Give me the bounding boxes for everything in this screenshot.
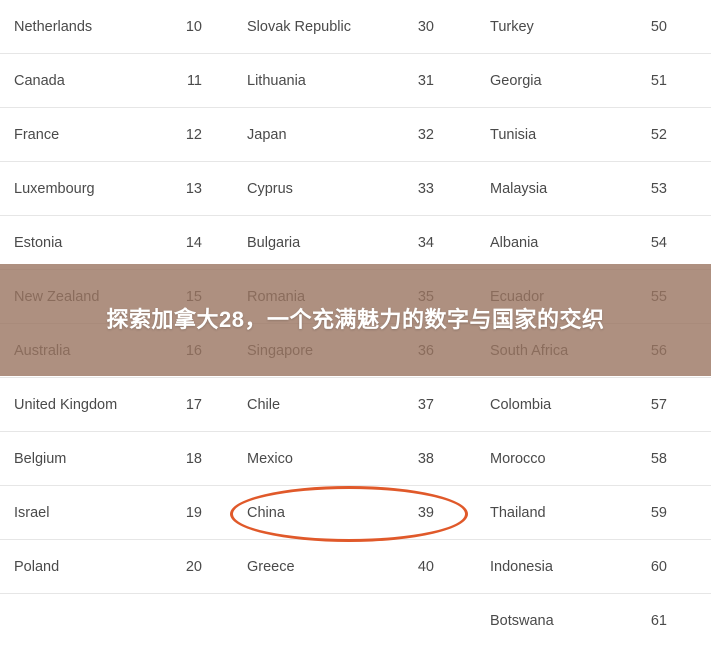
country-name: Greece <box>247 559 295 575</box>
country-rank: 18 <box>185 451 202 467</box>
country-rank: 31 <box>417 73 434 89</box>
country-rank: 20 <box>185 559 202 575</box>
country-rank: 33 <box>417 181 434 197</box>
table-row: Canada 11 Lithuania 31 Georgia 51 <box>0 54 711 108</box>
country-rank: 40 <box>417 559 434 575</box>
table-row: Poland 20 Greece 40 Indonesia 60 <box>0 540 711 594</box>
country-rank: 58 <box>650 451 667 467</box>
country-rank: 13 <box>185 181 202 197</box>
country-rank: 32 <box>417 127 434 143</box>
country-name: Chile <box>247 397 281 413</box>
country-name: Estonia <box>14 235 63 251</box>
country-rank: 37 <box>417 397 434 413</box>
country-rank: 53 <box>650 181 667 197</box>
country-name: Georgia <box>490 73 542 89</box>
country-name: Netherlands <box>14 19 93 35</box>
country-rank: 12 <box>185 127 202 143</box>
country-rank: 17 <box>185 397 202 413</box>
table-row: Estonia 14 Bulgaria 34 Albania 54 <box>0 216 711 270</box>
country-name: Israel <box>14 505 50 521</box>
country-name: Thailand <box>490 505 546 521</box>
country-rank: 39 <box>417 505 434 521</box>
page-root: Netherlands 10 Slovak Republic 30 Turkey… <box>0 0 711 640</box>
country-rank: 34 <box>417 235 434 251</box>
country-name: France <box>14 127 60 143</box>
country-name: China <box>247 505 285 521</box>
country-name: Luxembourg <box>14 181 95 197</box>
country-rank: 30 <box>417 19 434 35</box>
country-name: Canada <box>14 73 65 89</box>
country-name: Japan <box>247 127 287 143</box>
country-rank: 57 <box>650 397 667 413</box>
country-name: Mexico <box>247 451 293 467</box>
table-row: Luxembourg 13 Cyprus 33 Malaysia 53 <box>0 162 711 216</box>
country-rank: 51 <box>650 73 667 89</box>
country-name: Tunisia <box>490 127 537 143</box>
country-name: United Kingdom <box>14 397 118 413</box>
table-row: Israel 19 China 39 Thailand 59 <box>0 486 711 540</box>
article-title: 探索加拿大28，一个充满魅力的数字与国家的交织 <box>106 307 605 332</box>
country-name: Turkey <box>490 19 534 35</box>
table-row: France 12 Japan 32 Tunisia 52 <box>0 108 711 162</box>
country-rank: 60 <box>650 559 667 575</box>
country-name: Colombia <box>490 397 552 413</box>
table-row: Belgium 18 Mexico 38 Morocco 58 <box>0 432 711 486</box>
table-row: Netherlands 10 Slovak Republic 30 Turkey… <box>0 0 711 54</box>
country-name: Slovak Republic <box>247 19 351 35</box>
country-name: Indonesia <box>490 559 553 575</box>
country-rank: 14 <box>185 235 202 251</box>
country-name: Albania <box>490 235 539 251</box>
country-name: Cyprus <box>247 181 293 197</box>
country-rank: 59 <box>650 505 667 521</box>
country-name: Bulgaria <box>247 235 301 251</box>
table-row: United Kingdom 17 Chile 37 Colombia 57 <box>0 378 711 432</box>
country-name: Morocco <box>490 451 546 467</box>
country-rank: 38 <box>417 451 434 467</box>
country-rank: 11 <box>186 73 202 89</box>
country-rank: 54 <box>650 235 667 251</box>
country-name: Poland <box>14 559 60 575</box>
country-rank: 50 <box>650 19 667 35</box>
country-rank: 52 <box>650 127 667 143</box>
country-rank: 10 <box>185 19 202 35</box>
country-name: Belgium <box>14 451 67 467</box>
country-rank: 19 <box>185 505 202 521</box>
country-name: Lithuania <box>247 73 306 89</box>
article-title-banner: 探索加拿大28，一个充满魅力的数字与国家的交织 <box>0 264 711 376</box>
country-name: Malaysia <box>490 181 548 197</box>
